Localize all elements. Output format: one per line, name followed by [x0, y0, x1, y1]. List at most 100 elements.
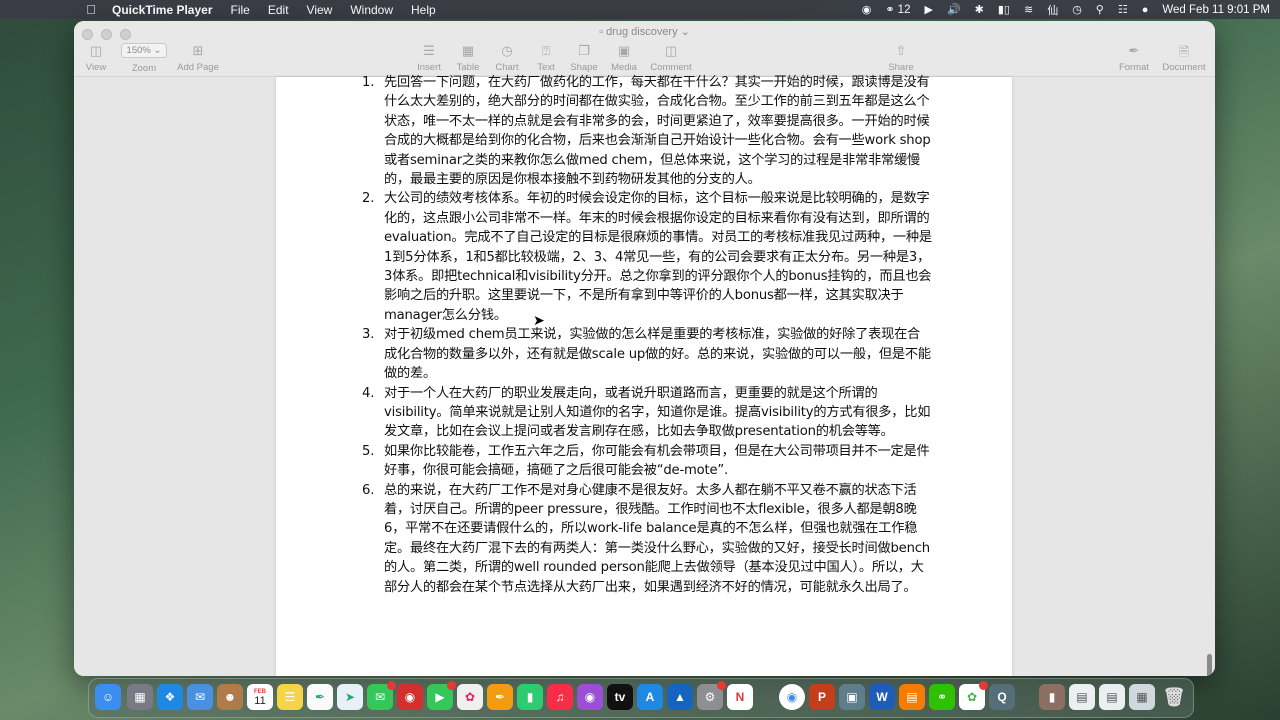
notification-badge — [717, 681, 726, 690]
minimized-document-icon[interactable]: ▤ — [1099, 684, 1125, 710]
chrome-icon[interactable]: ◉ — [779, 684, 805, 710]
list-item[interactable]: 4. 对于一个人在大药厂的职业发展走向，或者说升职道路而言，更重要的就是这个所谓… — [362, 384, 932, 442]
zoom-value: 150% — [126, 45, 151, 56]
minimized-window-icon[interactable]: ▮ — [1039, 684, 1065, 710]
freeform-icon[interactable]: ✒ — [307, 684, 333, 710]
list-item[interactable]: 2. 大公司的绩效考核体系。年初的时候会设定你的目标，这个目标一般来说是比较明确… — [362, 189, 932, 325]
document-title[interactable]: ▫ drug discovery ⌄ — [74, 25, 1215, 38]
toolbar-comment-button[interactable]: ◫ Comment — [641, 43, 701, 73]
calendar-day: 11 — [254, 695, 266, 707]
list-item[interactable]: 6. 总的来说，在大药厂工作不是对身心健康不是很友好。太多人都在躺不平又卷不赢的… — [362, 481, 932, 597]
notes-icon[interactable]: ☰ — [277, 684, 303, 710]
notification-badge — [447, 681, 456, 690]
play-icon[interactable]: ▶ — [924, 3, 932, 16]
siri-icon[interactable]: ● — [1142, 4, 1149, 16]
document-title-text: drug discovery — [606, 26, 678, 38]
toolbar-format-label: Format — [1118, 62, 1150, 73]
document-page[interactable]: 1. 先回答一下问题，在大药厂做药化的工作，每天都在干什么？其实一开始的时候，跟… — [276, 75, 1012, 676]
share-icon: ⇧ — [895, 43, 907, 58]
list-item[interactable]: 5. 如果你比较能卷，工作五六年之后，你可能会有机会带项目，但是在大公司带项目并… — [362, 442, 932, 481]
list-item-text: 对于初级med chem员工来说，实验做的怎么样是重要的考核标准，实验做的好除了… — [384, 327, 931, 382]
safari-icon[interactable]: ❖ — [157, 684, 183, 710]
minimized-window-icon[interactable]: ▦ — [1129, 684, 1155, 710]
messages-icon[interactable]: ✉ — [367, 681, 396, 710]
preview-icon[interactable]: ▣ — [839, 684, 865, 710]
list-item-text: 如果你比较能卷，工作五六年之后，你可能会有机会带项目，但是在大公司带项目并不一定… — [384, 443, 930, 479]
toolbar-zoom-button[interactable]: 150% ⌄ Zoom — [114, 43, 174, 74]
toolbar-add-page-label: Add Page — [177, 62, 219, 73]
maps-icon[interactable]: ➤ — [337, 684, 363, 710]
numbers-icon[interactable]: ▮ — [517, 684, 543, 710]
menu-file[interactable]: File — [231, 3, 250, 17]
mail-icon[interactable]: ✉ — [187, 684, 213, 710]
launchpad-icon[interactable]: ▦ — [127, 684, 153, 710]
toolbar-share-button[interactable]: ⇧ Share — [871, 43, 931, 73]
toolbar-text-label: Text — [537, 62, 555, 73]
pages-icon[interactable]: ✒ — [487, 684, 513, 710]
photos-icon[interactable]: ✿ — [457, 684, 483, 710]
tencent-meeting-icon[interactable]: ✿ — [959, 681, 988, 710]
menu-window[interactable]: Window — [350, 3, 393, 17]
calendar-icon[interactable]: FEB 11 — [247, 684, 273, 710]
trash-icon[interactable]: 🗑 — [1161, 684, 1187, 710]
input-method-icon[interactable]: 仙 — [1047, 2, 1058, 18]
toolbar-table-label: Table — [456, 62, 480, 73]
toolbar-add-page-button[interactable]: ⊞ Add Page — [168, 43, 228, 73]
wechat-icon[interactable]: ⚭ — [929, 684, 955, 710]
app-store-icon[interactable]: A — [637, 684, 663, 710]
volume-icon[interactable]: 🔊 — [947, 3, 961, 16]
add-page-icon: ⊞ — [192, 43, 204, 58]
document-icon: 🗎 — [1178, 44, 1190, 59]
minimized-document-icon[interactable]: ▤ — [1069, 684, 1095, 710]
toolbar-zoom-label: Zoom — [131, 63, 157, 74]
document-canvas: 1. 先回答一下问题，在大药厂做药化的工作，每天都在干什么？其实一开始的时候，跟… — [74, 75, 1215, 676]
control-center-icon[interactable]: ☷ — [1118, 3, 1128, 16]
list-item-number: 2. — [362, 191, 375, 207]
list-item-number: 4. — [362, 385, 375, 401]
books-icon[interactable]: ▤ — [899, 684, 925, 710]
battery-icon[interactable]: ▮▯ — [998, 3, 1010, 16]
menu-view[interactable]: View — [307, 3, 333, 17]
toolbar-share-label: Share — [888, 62, 914, 73]
music-icon[interactable]: ♫ — [547, 684, 573, 710]
vertical-scrollbar[interactable] — [1207, 654, 1212, 676]
keynote-icon[interactable]: ▲ — [667, 684, 693, 710]
apple-menu-icon[interactable]:  — [76, 2, 106, 17]
menu-app-name[interactable]: QuickTime Player — [112, 3, 213, 17]
list-item[interactable]: 3. 对于初级med chem员工来说，实验做的怎么样是重要的考核标准，实验做的… — [362, 325, 932, 383]
wechat-status-icon[interactable]: ⚭ 12 — [885, 3, 910, 17]
system-settings-icon[interactable]: ⚙ — [697, 681, 726, 710]
wifi-icon[interactable]: ≋ — [1024, 3, 1033, 16]
list-item[interactable]: 1. 先回答一下问题，在大药厂做药化的工作，每天都在干什么？其实一开始的时候，跟… — [362, 73, 932, 189]
pages-window: ▫ drug discovery ⌄ ◫ View 150% ⌄ Zoom ⊞ … — [74, 21, 1215, 676]
list-item-number: 6. — [362, 482, 375, 498]
word-icon[interactable]: W — [869, 684, 895, 710]
window-toolbar: ▫ drug discovery ⌄ ◫ View 150% ⌄ Zoom ⊞ … — [74, 21, 1215, 77]
mouse-cursor-icon: ➤ — [533, 312, 545, 328]
menubar-datetime[interactable]: Wed Feb 11 9:01 PM — [1162, 4, 1270, 16]
quicktime-icon[interactable]: Q — [989, 684, 1015, 710]
menu-edit[interactable]: Edit — [268, 3, 289, 17]
toolbar-comment-label: Comment — [650, 62, 692, 73]
contacts-icon[interactable]: ☻ — [217, 684, 243, 710]
toolbar-media-label: Media — [611, 62, 637, 73]
search-icon[interactable]: ⚲ — [1096, 3, 1104, 16]
list-item-number: 3. — [362, 327, 375, 343]
list-item-number: 1. — [362, 75, 375, 90]
notification-badge — [979, 681, 988, 690]
facetime-icon[interactable]: ▶ — [427, 681, 456, 710]
apple-tv-icon[interactable]: tv — [607, 684, 633, 710]
podcasts-icon[interactable]: ◉ — [577, 684, 603, 710]
photo-booth-icon[interactable]: ◉ — [397, 684, 423, 710]
news-icon[interactable]: N — [727, 684, 753, 710]
zoom-select[interactable]: 150% ⌄ — [120, 43, 168, 58]
list-item-text: 大公司的绩效考核体系。年初的时候会设定你的目标，这个目标一般来说是比较明确的，是… — [384, 191, 932, 323]
clock-icon[interactable]: ◷ — [1072, 3, 1082, 16]
toolbar-document-button[interactable]: 🗎 Document — [1154, 43, 1214, 73]
menu-help[interactable]: Help — [411, 3, 436, 17]
record-stop-icon[interactable]: ◉ — [862, 3, 872, 16]
powerpoint-icon[interactable]: P — [809, 684, 835, 710]
bluetooth-icon[interactable]: ✱ — [975, 3, 984, 16]
notification-badge — [387, 681, 396, 690]
finder-icon[interactable]: ☺ — [95, 684, 121, 710]
